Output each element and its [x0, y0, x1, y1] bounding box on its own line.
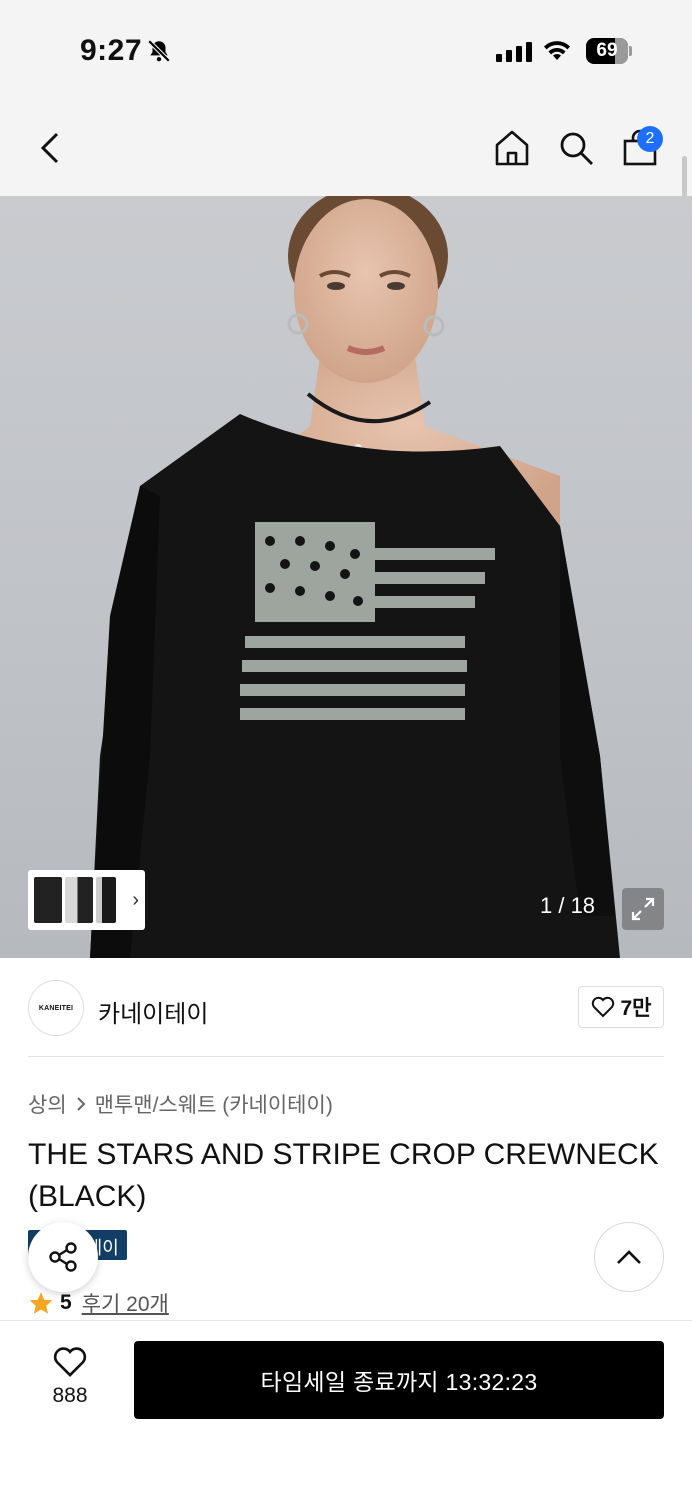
back-button[interactable]	[28, 126, 72, 170]
thumbnail-strip[interactable]: ›	[28, 870, 145, 930]
rating-row: 5 후기 20개	[28, 1288, 169, 1318]
product-title: THE STARS AND STRIPE CROP CREWNECK (BLAC…	[28, 1138, 659, 1213]
thumbnail-3[interactable]	[96, 877, 116, 923]
wishlist-count: 888	[52, 1384, 88, 1407]
chevron-left-icon	[40, 132, 59, 164]
thumbnail-1[interactable]	[34, 877, 62, 923]
top-nav	[0, 100, 692, 196]
breadcrumb-subcategory[interactable]: 맨투맨/스웨트 (카네이테이)	[95, 1089, 333, 1119]
chevron-right-icon	[76, 1097, 86, 1111]
cart-count-badge: 2	[637, 126, 663, 152]
rating-score: 5	[60, 1291, 72, 1314]
wifi-icon	[544, 41, 570, 60]
share-button[interactable]	[28, 1222, 98, 1292]
home-icon	[495, 130, 529, 166]
brand-logo[interactable]: KANEITEI	[28, 980, 84, 1036]
battery-level: 69	[596, 40, 618, 61]
divider	[28, 1056, 664, 1057]
chevron-right-icon: ›	[132, 888, 139, 911]
brand-name[interactable]: 카네이테이	[98, 994, 208, 1029]
search-icon	[560, 132, 593, 165]
status-bar: 9:27 69	[0, 0, 692, 100]
brand-like-count: 7만	[620, 997, 652, 1020]
expand-image-button[interactable]	[622, 888, 664, 930]
heart-icon	[591, 996, 614, 1018]
search-button[interactable]	[554, 126, 598, 170]
cellular-signal-icon	[496, 42, 532, 62]
battery-icon: 69	[586, 38, 632, 64]
brand-like-button[interactable]: 7만	[578, 986, 664, 1028]
product-image[interactable]	[0, 196, 692, 958]
product-photo	[90, 196, 620, 958]
image-counter: 1 / 18	[540, 893, 596, 918]
clock: 9:27	[80, 34, 143, 67]
breadcrumb: 상의 맨투맨/스웨트 (카네이테이)	[28, 1089, 333, 1119]
expand-icon	[631, 897, 655, 921]
time-sale-buy-button[interactable]: 타임세일 종료까지 13:32:23	[134, 1341, 664, 1419]
heart-icon	[53, 1347, 87, 1377]
bell-muted-icon	[147, 39, 171, 63]
star-icon	[29, 1292, 53, 1314]
scroll-to-top-button[interactable]	[594, 1222, 664, 1292]
review-count-link[interactable]: 후기 20개	[82, 1288, 169, 1318]
home-button[interactable]	[490, 126, 534, 170]
thumbnail-2[interactable]	[65, 877, 93, 923]
share-icon	[49, 1242, 77, 1272]
breadcrumb-category[interactable]: 상의	[28, 1089, 67, 1119]
wishlist-button[interactable]: 888	[40, 1346, 100, 1408]
chevron-up-icon	[617, 1250, 641, 1264]
brand-logo-text: KANEITEI	[38, 1004, 74, 1012]
